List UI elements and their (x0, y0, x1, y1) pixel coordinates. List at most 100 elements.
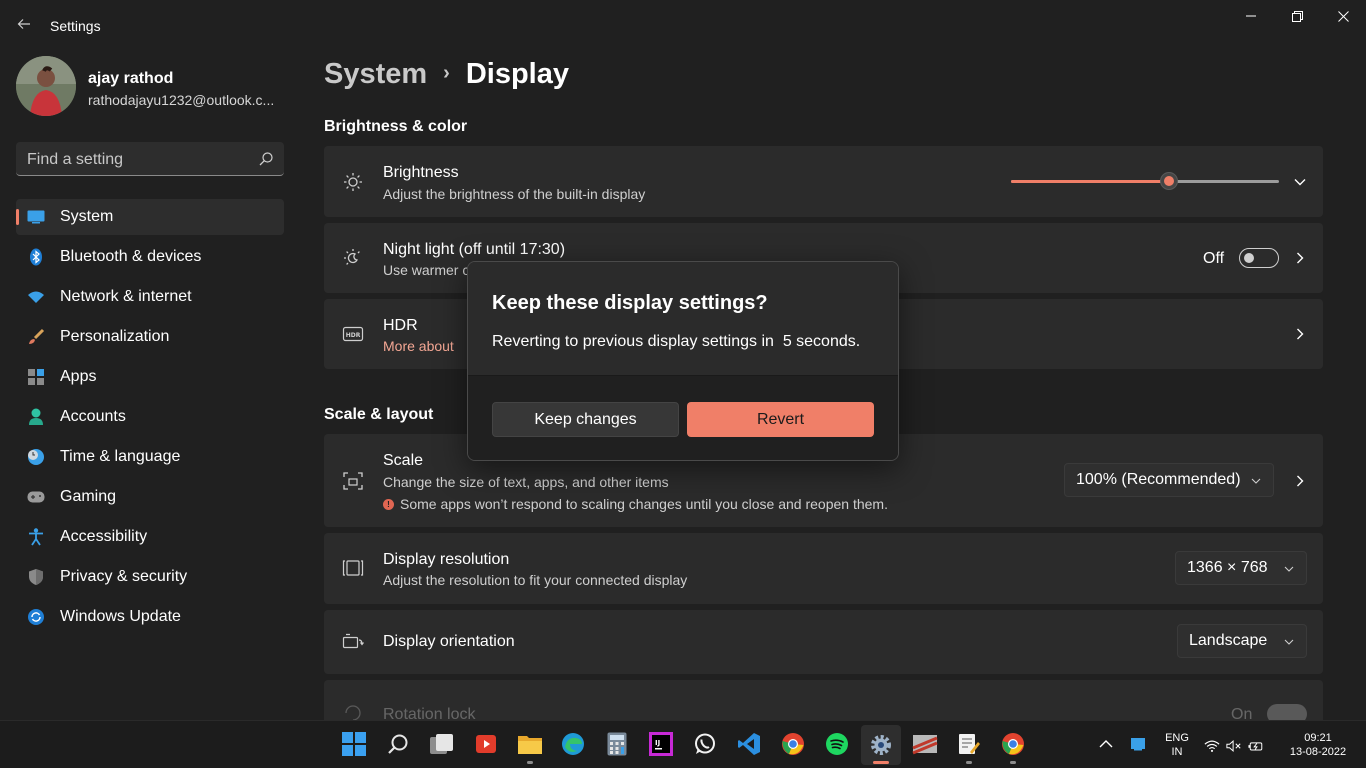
chrome-icon[interactable] (1000, 731, 1026, 757)
app-title: Settings (50, 18, 101, 34)
scale-subtitle: Change the size of text, apps, and other… (383, 474, 669, 490)
night-light-state: Off (1203, 250, 1225, 267)
resolution-title: Display resolution (383, 551, 510, 568)
close-icon (1337, 10, 1349, 22)
sidebar-item-privacy[interactable]: Privacy & security (16, 559, 284, 595)
back-button[interactable] (10, 10, 38, 38)
folder-icon[interactable] (517, 731, 543, 757)
sidebar-item-label: Apps (60, 368, 97, 385)
media-player-icon[interactable] (473, 731, 499, 757)
taskbar-running-indicator (1010, 761, 1016, 764)
night-light-icon (344, 249, 360, 265)
calculator-icon[interactable] (604, 731, 630, 757)
breadcrumb-parent[interactable]: System (324, 58, 427, 90)
gamepad-icon (26, 487, 46, 507)
vscode-icon[interactable] (736, 731, 762, 757)
edge-icon[interactable] (560, 731, 586, 757)
chevron-right-icon[interactable] (1293, 327, 1307, 341)
night-light-toggle[interactable] (1239, 248, 1279, 268)
windows-start-icon[interactable] (341, 731, 367, 757)
chevron-right-icon[interactable] (1293, 474, 1307, 488)
resolution-dropdown-value: 1366 × 768 (1187, 559, 1268, 576)
warning-icon: ! (383, 498, 394, 510)
sidebar-item-time-language[interactable]: Time & language (16, 439, 284, 475)
chevron-down-icon (1251, 478, 1261, 484)
dialog-content: Keep these display settings? Reverting t… (468, 262, 898, 375)
sidebar-item-personalization[interactable]: Personalization (16, 319, 284, 355)
chrome-icon[interactable] (780, 731, 806, 757)
close-button[interactable] (1320, 0, 1366, 32)
avatar (16, 56, 76, 116)
task-view-icon[interactable] (429, 731, 455, 757)
scale-title: Scale (383, 452, 424, 469)
restore-button[interactable] (1274, 0, 1320, 32)
gear-icon (871, 735, 891, 755)
sidebar-item-accessibility[interactable]: Accessibility (16, 519, 284, 555)
sidebar-item-network[interactable]: Network & internet (16, 279, 284, 315)
page-title: Display (465, 58, 570, 90)
wifi-icon (26, 287, 46, 307)
dialog-title: Keep these display settings? (492, 292, 768, 314)
apps-icon (26, 367, 46, 387)
sidebar-item-system[interactable]: System (16, 199, 284, 235)
language-region: IN (1171, 746, 1183, 758)
system-icon (26, 207, 46, 227)
sidebar-item-apps[interactable]: Apps (16, 359, 284, 395)
resolution-icon (342, 560, 364, 576)
sidebar-item-label: Bluetooth & devices (60, 248, 202, 265)
sidebar-item-label: Privacy & security (60, 568, 188, 585)
chevron-down-icon[interactable] (1293, 175, 1307, 189)
intellij-icon[interactable]: IJ (648, 731, 674, 757)
chevron-up-icon[interactable] (1094, 732, 1118, 756)
resolution-dropdown[interactable]: 1366 × 768 (1175, 551, 1307, 585)
chevron-down-icon (1284, 566, 1294, 572)
hdr-icon: HDR (342, 326, 364, 342)
dialog-footer: Keep changes Revert (468, 375, 898, 460)
night-light-subtitle: Use warmer c (383, 262, 470, 278)
orientation-card: Display orientation Landscape (324, 610, 1323, 674)
brightness-slider-thumb[interactable] (1160, 172, 1179, 190)
resolution-subtitle: Adjust the resolution to fit your connec… (383, 572, 688, 588)
sidebar-item-bluetooth[interactable]: Bluetooth & devices (16, 239, 284, 275)
orientation-title: Display orientation (383, 633, 515, 650)
search-input[interactable]: Find a setting (16, 142, 284, 176)
breadcrumb: System › Display (324, 58, 569, 91)
taskbar-running-indicator (527, 761, 533, 764)
taskbar-settings-button[interactable] (861, 725, 901, 765)
sidebar-item-gaming[interactable]: Gaming (16, 479, 284, 515)
scale-dropdown[interactable]: 100% (Recommended) (1064, 463, 1274, 497)
sidebar-item-label: Time & language (60, 448, 181, 465)
brush-icon (26, 327, 46, 347)
clock-globe-icon (26, 447, 46, 467)
chevron-right-icon[interactable] (1293, 251, 1307, 265)
language-indicator[interactable]: ENG IN (1162, 731, 1192, 759)
taskbar-search-icon[interactable] (385, 731, 411, 757)
dialog-message: Reverting to previous display settings i… (492, 333, 861, 350)
tray-app-icon[interactable] (1126, 732, 1150, 756)
sidebar-item-label: System (60, 208, 114, 225)
scale-warning: ! Some apps won’t respond to scaling cha… (383, 496, 888, 512)
battery-charging-icon (1248, 742, 1263, 751)
restore-icon (1291, 10, 1303, 22)
spotify-icon[interactable] (824, 731, 850, 757)
orientation-dropdown[interactable]: Landscape (1177, 624, 1307, 658)
sidebar-item-accounts[interactable]: Accounts (16, 399, 284, 435)
revert-button[interactable]: Revert (687, 402, 874, 437)
night-light-title: Night light (off until 17:30) (383, 241, 566, 258)
notepad-icon[interactable] (956, 731, 982, 757)
sidebar-item-windows-update[interactable]: Windows Update (16, 599, 284, 635)
sidebar-item-label: Windows Update (60, 608, 181, 625)
whatsapp-icon[interactable] (692, 731, 718, 757)
brightness-slider[interactable] (1011, 172, 1279, 190)
back-arrow-icon (17, 19, 30, 29)
minimize-button[interactable] (1228, 0, 1274, 32)
hdr-more-link[interactable]: More about (383, 338, 454, 354)
keep-changes-button[interactable]: Keep changes (492, 402, 679, 437)
orientation-icon (342, 633, 364, 649)
bluetooth-icon (26, 247, 46, 267)
clock[interactable]: 09:21 13-08-2022 (1282, 731, 1354, 759)
tray-status-group[interactable] (1204, 736, 1264, 756)
taskbar-running-indicator (966, 761, 972, 764)
git-icon[interactable] (912, 731, 938, 757)
user-profile[interactable]: ajay rathod rathodajayu1232@outlook.c... (16, 56, 296, 118)
